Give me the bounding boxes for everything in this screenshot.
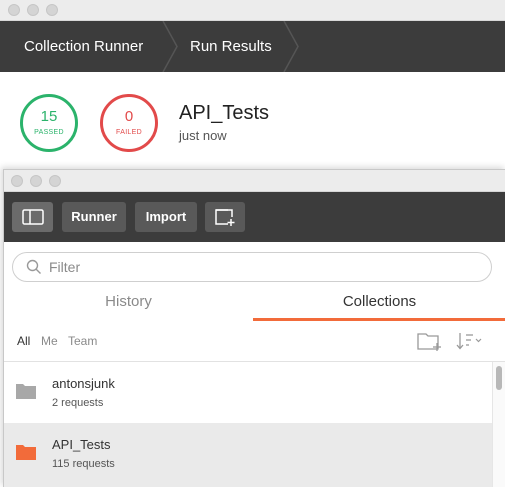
runner-breadcrumb-bar: Collection Runner Run Results <box>0 21 505 72</box>
search-icon <box>26 259 41 274</box>
list-scrollbar[interactable] <box>492 362 505 487</box>
passed-label: PASSED <box>34 129 64 136</box>
sidebar-layout-icon <box>21 209 44 225</box>
import-button[interactable]: Import <box>135 202 197 232</box>
breadcrumb-separator-icon <box>162 21 178 72</box>
failed-count-badge: 0 FAILED <box>100 94 158 152</box>
filter-me[interactable]: Me <box>41 334 58 348</box>
passed-count: 15 <box>40 108 58 125</box>
filter-all[interactable]: All <box>17 334 30 348</box>
collections-list: antonsjunk 2 requests API_Tests 115 requ… <box>4 362 505 487</box>
close-window-button[interactable] <box>11 175 23 187</box>
filter-team[interactable]: Team <box>68 334 97 348</box>
collection-request-count: 115 requests <box>52 458 115 470</box>
zoom-window-button[interactable] <box>46 4 58 16</box>
breadcrumb-separator-icon <box>283 21 299 72</box>
collection-item-antonsjunk[interactable]: antonsjunk 2 requests <box>4 362 492 422</box>
folder-icon <box>16 445 36 460</box>
main-toolbar: Runner Import <box>4 192 505 242</box>
toggle-sidebar-button[interactable] <box>12 202 53 232</box>
scrollbar-thumb[interactable] <box>496 366 502 390</box>
runner-button[interactable]: Runner <box>62 202 126 232</box>
filter-box[interactable] <box>12 252 492 282</box>
filter-input[interactable] <box>49 257 469 277</box>
sort-icon[interactable] <box>456 331 484 351</box>
tab-collections[interactable]: Collections <box>253 285 505 319</box>
tab-history[interactable]: History <box>4 285 253 319</box>
run-collection-name: API_Tests <box>179 102 270 124</box>
zoom-window-button[interactable] <box>49 175 61 187</box>
breadcrumb-run-results[interactable]: Run Results <box>190 21 272 72</box>
failed-label: FAILED <box>116 129 142 136</box>
minimize-window-button[interactable] <box>30 175 42 187</box>
breadcrumb-collection-runner[interactable]: Collection Runner <box>24 21 143 72</box>
collection-name: antonsjunk <box>52 376 115 391</box>
redacted-block <box>273 104 401 122</box>
collection-name: API_Tests <box>52 437 111 452</box>
close-window-button[interactable] <box>8 4 20 16</box>
folder-icon <box>16 384 36 399</box>
collection-item-api-tests[interactable]: API_Tests 115 requests <box>4 423 492 487</box>
new-window-button[interactable] <box>205 202 245 232</box>
passed-count-badge: 15 PASSED <box>20 94 78 152</box>
runner-window-titlebar <box>0 0 505 21</box>
failed-count: 0 <box>124 108 134 125</box>
sidebar-tabs: History Collections <box>4 285 505 322</box>
new-window-icon <box>215 209 235 226</box>
collection-filter-bar: All Me Team <box>4 321 505 362</box>
minimize-window-button[interactable] <box>27 4 39 16</box>
run-timestamp: just now <box>179 128 227 143</box>
new-collection-icon[interactable] <box>417 331 443 351</box>
sidebar-window-titlebar <box>4 170 505 192</box>
run-summary: 15 PASSED 0 FAILED API_Tests just now <box>0 72 505 172</box>
sidebar-window: Runner Import History Collections All Me… <box>3 169 505 487</box>
collection-request-count: 2 requests <box>52 397 104 409</box>
